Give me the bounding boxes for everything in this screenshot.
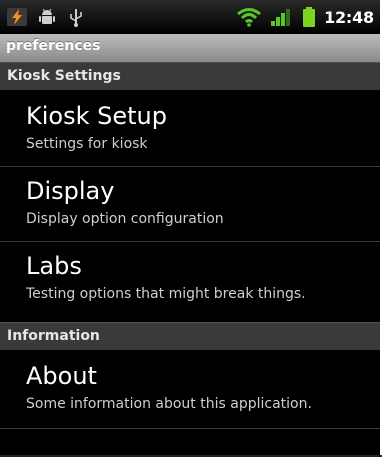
pref-item-kiosk-setup[interactable]: Kiosk Setup Settings for kiosk bbox=[0, 92, 380, 165]
category-header-kiosk-settings: Kiosk Settings bbox=[0, 62, 380, 90]
divider bbox=[0, 428, 380, 429]
pref-item-summary: Display option configuration bbox=[26, 211, 224, 227]
pref-item-display[interactable]: Display Display option configuration bbox=[0, 167, 380, 241]
pref-item-about[interactable]: About Some information about this applic… bbox=[0, 352, 380, 428]
pref-item-title: About bbox=[26, 362, 97, 390]
pref-item-summary: Testing options that might break things. bbox=[26, 286, 306, 302]
category-header-information: Information bbox=[0, 322, 380, 350]
signal-icon bbox=[270, 7, 292, 27]
phone-screen: 12:48 preferences Kiosk Settings Kiosk S… bbox=[0, 0, 380, 457]
flash-icon bbox=[6, 7, 28, 27]
wifi-icon bbox=[236, 7, 262, 27]
pref-item-summary: Some information about this application. bbox=[26, 396, 312, 412]
pref-item-title: Labs bbox=[26, 252, 82, 280]
category-label: Kiosk Settings bbox=[7, 68, 121, 84]
screen-title: preferences bbox=[6, 38, 101, 54]
category-label: Information bbox=[7, 328, 100, 344]
status-bar: 12:48 bbox=[0, 0, 380, 34]
status-clock: 12:48 bbox=[324, 8, 374, 27]
bottom-edge bbox=[0, 455, 382, 457]
android-debug-icon bbox=[38, 7, 56, 27]
pref-item-summary: Settings for kiosk bbox=[26, 136, 148, 152]
usb-icon bbox=[68, 7, 84, 27]
pref-item-labs[interactable]: Labs Testing options that might break th… bbox=[0, 242, 380, 320]
pref-item-title: Display bbox=[26, 177, 115, 205]
battery-icon bbox=[302, 7, 316, 27]
title-bar: preferences bbox=[0, 34, 380, 62]
pref-item-title: Kiosk Setup bbox=[26, 102, 167, 130]
